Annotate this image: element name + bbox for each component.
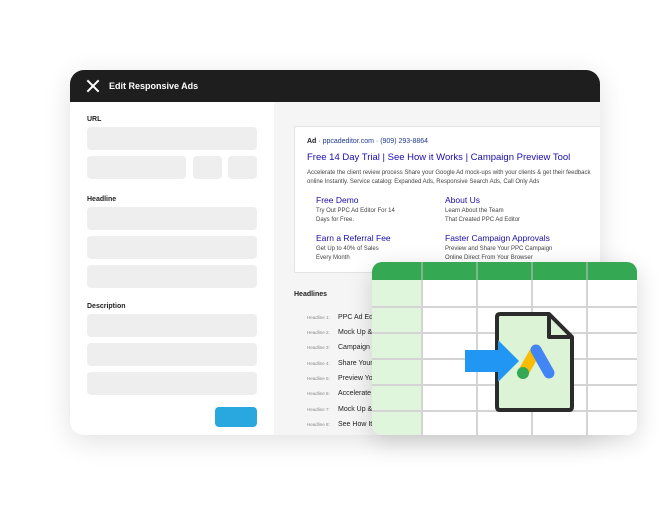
sitelink-title[interactable]: Free Demo (316, 195, 395, 205)
app-stage: Edit Responsive Ads URL Headline Descrip… (0, 0, 672, 506)
headline-row-text: Share Your (338, 359, 373, 367)
headline-row: Headline 7: Mock Up & (307, 402, 372, 416)
url-path-input[interactable] (87, 156, 186, 179)
headline-row-label: Headline 3: (307, 344, 330, 350)
headlines-heading: Headlines (294, 291, 328, 298)
description-input-1[interactable] (87, 314, 257, 337)
ad-preview: Ad · ppcadeditor.com · (909) 293-8864 Fr… (294, 126, 600, 273)
headline-row-text: Mock Up & (338, 405, 373, 413)
headline-input-2[interactable] (87, 236, 257, 259)
headline-row-text: PPC Ad Edi (338, 313, 375, 321)
save-button[interactable] (215, 407, 257, 427)
headline-row-label: Headline 2: (307, 329, 330, 335)
headline-label: Headline (87, 196, 117, 203)
headline-row: Headline 3: Campaign (307, 340, 370, 354)
ad-title[interactable]: Free 14 Day Trial | See How it Works | C… (307, 152, 570, 163)
headline-row-text: Preview Yo (338, 374, 373, 382)
description-input-2[interactable] (87, 343, 257, 366)
close-icon[interactable] (86, 79, 100, 93)
spreadsheet-icon (372, 262, 637, 435)
url-path-3-input[interactable] (228, 156, 257, 179)
spreadsheet-header (372, 262, 637, 280)
sitelink-desc-line-1: Get Up to 40% of Sales (316, 246, 379, 252)
sitelink-desc-line-1: Preview and Share Your PPC Campaign (445, 246, 553, 252)
ad-form: URL Headline Description (70, 102, 274, 435)
sitelink-desc-line-2: That Created PPC Ad Editor (445, 217, 521, 223)
headline-row-label: Headline 6: (307, 390, 330, 396)
headline-row: Headline 1: PPC Ad Edi (307, 310, 375, 324)
headline-row-text: Mock Up & (338, 328, 373, 336)
sitelink-title[interactable]: Faster Campaign Approvals (445, 233, 552, 243)
sitelink-about-us[interactable]: About Us Learn About the Team That Creat… (445, 195, 520, 225)
sitelink-campaign-approvals[interactable]: Faster Campaign Approvals Preview and Sh… (445, 233, 552, 263)
headline-input-1[interactable] (87, 207, 257, 230)
url-path-2-input[interactable] (193, 156, 222, 179)
title-bar: Edit Responsive Ads (70, 70, 600, 102)
ad-badge: Ad (307, 138, 317, 145)
ad-meta: Ad · ppcadeditor.com · (909) 293-8864 (307, 138, 429, 145)
url-label: URL (87, 116, 102, 123)
headline-row-label: Headline 8: (307, 421, 330, 427)
headline-row-text: See How It (338, 420, 373, 428)
ad-phone[interactable]: (909) 293-8864 (380, 138, 428, 145)
url-input[interactable] (87, 127, 257, 150)
headline-row: Headline 5: Preview Yo (307, 371, 373, 385)
sitelink-free-demo[interactable]: Free Demo Try Out PPC Ad Editor For 14 D… (316, 195, 395, 225)
sitelink-title[interactable]: Earn a Referral Fee (316, 233, 391, 243)
headline-row-text: Campaign (338, 343, 370, 351)
headline-row-text: Accelerate (338, 389, 372, 397)
ad-description: Accelerate the client review process Sha… (307, 170, 591, 185)
headline-row: Headline 2: Mock Up & (307, 325, 372, 339)
spreadsheet-graphic (372, 262, 637, 435)
headline-input-3[interactable] (87, 265, 257, 288)
window-title: Edit Responsive Ads (109, 81, 199, 91)
sitelink-desc-line-1: Try Out PPC Ad Editor For 14 (316, 208, 395, 214)
headline-row: Headline 6: Accelerate (307, 386, 371, 400)
headline-row-label: Headline 1: (307, 314, 330, 320)
sitelink-title[interactable]: About Us (445, 195, 520, 205)
headline-row-label: Headline 5: (307, 375, 330, 381)
sitelink-desc-line-2: Days for Free. (316, 217, 355, 223)
description-input-3[interactable] (87, 372, 257, 395)
headline-row: Headline 8: See How It (307, 417, 372, 431)
headline-row-label: Headline 7: (307, 406, 330, 412)
headline-row: Headline 4: Share Your (307, 356, 373, 370)
ad-domain[interactable]: ppcadeditor.com (323, 138, 374, 145)
headline-row-label: Headline 4: (307, 360, 330, 366)
sitelink-desc-line-1: Learn About the Team (445, 208, 504, 214)
description-label: Description (87, 303, 126, 310)
sitelink-referral-fee[interactable]: Earn a Referral Fee Get Up to 40% of Sal… (316, 233, 391, 263)
